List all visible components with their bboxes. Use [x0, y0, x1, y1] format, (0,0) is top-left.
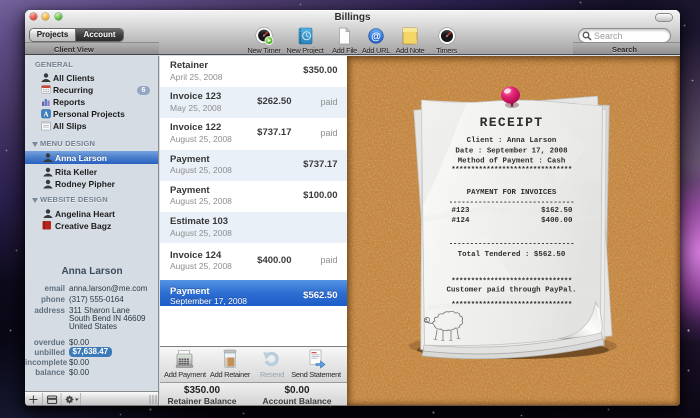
- svg-text:Client : Anna Larson: Client : Anna Larson: [466, 137, 556, 145]
- svg-text:RECEIPT: RECEIPT: [479, 115, 543, 130]
- svg-text:PAYMENT FOR INVOICES: PAYMENT FOR INVOICES: [466, 189, 556, 197]
- svg-text:$162.50: $162.50: [541, 207, 573, 215]
- svg-text:******************************: *******************************: [451, 302, 572, 310]
- svg-text:Customer paid through PayPal.: Customer paid through PayPal.: [446, 287, 576, 295]
- svg-text:#123: #123: [451, 207, 469, 215]
- svg-text:$400.00: $400.00: [541, 217, 573, 225]
- svg-text:Method of Payment : Cash: Method of Payment : Cash: [457, 158, 565, 166]
- svg-text:******************************: *******************************: [451, 167, 572, 175]
- svg-text:Date : September 17, 2008: Date : September 17, 2008: [455, 148, 568, 156]
- svg-text:------------------------------: ------------------------------: [448, 199, 574, 207]
- svg-text:#124: #124: [451, 217, 469, 225]
- svg-text:Total Tendered : $562.50: Total Tendered : $562.50: [457, 251, 565, 259]
- svg-text:------------------------------: ------------------------------: [448, 241, 574, 249]
- svg-text:@: @: [371, 32, 381, 43]
- svg-text:A: A: [43, 110, 48, 118]
- svg-text:******************************: *******************************: [451, 278, 572, 286]
